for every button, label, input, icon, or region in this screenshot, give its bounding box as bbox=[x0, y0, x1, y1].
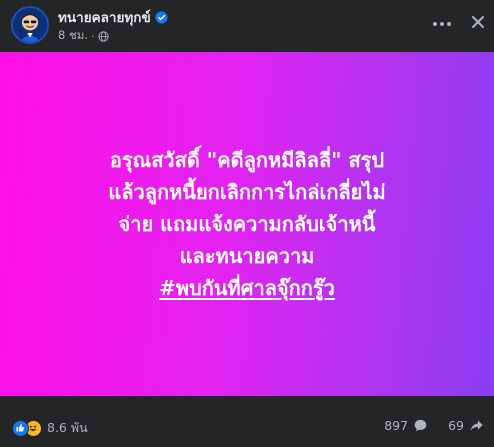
post-text-line: แล้วลูกหนี้ยกเลิกการไกล่เกลี่ยไม่ bbox=[108, 180, 386, 204]
close-icon[interactable] bbox=[467, 11, 489, 33]
meta-separator: · bbox=[91, 29, 95, 43]
post-footer: 8.6 พัน 897 69 bbox=[0, 396, 494, 447]
colored-text-card: อรุณสวัสดิ์ "คดีลูกหมีลิลลี่" สรุป แล้วล… bbox=[0, 52, 494, 396]
reactions-summary[interactable]: 8.6 พัน bbox=[12, 418, 88, 438]
post-text-line: อรุณสวัสดิ์ "คดีลูกหมีลิลลี่" สรุป bbox=[109, 148, 385, 172]
share-icon[interactable] bbox=[469, 418, 484, 433]
like-icon bbox=[12, 419, 29, 437]
avatar-cartoon-icon bbox=[13, 8, 47, 42]
more-dot-icon bbox=[440, 22, 444, 26]
post-text-line: และทนายความ bbox=[179, 244, 315, 268]
author-avatar[interactable] bbox=[11, 6, 49, 44]
post-timestamp[interactable]: 8 ชม. bbox=[58, 27, 88, 45]
post-text: อรุณสวัสดิ์ "คดีลูกหมีลิลลี่" สรุป แล้วล… bbox=[17, 144, 477, 304]
facebook-post: ทนายคลายทุกข์ 8 ชม. · อรุณสวัสดิ์ "คดีลู… bbox=[0, 0, 494, 447]
author-row: ทนายคลายทุกข์ bbox=[58, 8, 168, 26]
author-name[interactable]: ทนายคลายทุกข์ bbox=[58, 6, 151, 28]
globe-icon bbox=[97, 30, 109, 42]
post-header: ทนายคลายทุกข์ 8 ชม. · bbox=[0, 0, 494, 52]
more-options-button[interactable] bbox=[431, 14, 453, 34]
comment-count[interactable]: 897 bbox=[384, 418, 408, 433]
more-dot-icon bbox=[433, 22, 437, 26]
engagement-stats: 897 69 bbox=[384, 418, 484, 433]
hashtag-link[interactable]: #พบกันที่ศาลจุ๊กกรู๊ว bbox=[159, 276, 335, 300]
comment-icon[interactable] bbox=[413, 418, 428, 433]
share-count[interactable]: 69 bbox=[448, 418, 464, 433]
post-meta: 8 ชม. · bbox=[58, 27, 109, 45]
more-dot-icon bbox=[447, 22, 451, 26]
reaction-count: 8.6 พัน bbox=[47, 420, 88, 435]
verified-badge-icon bbox=[155, 10, 168, 24]
post-text-line: จ่าย แถมแจ้งความกลับเจ้าหนี้ bbox=[118, 212, 376, 236]
